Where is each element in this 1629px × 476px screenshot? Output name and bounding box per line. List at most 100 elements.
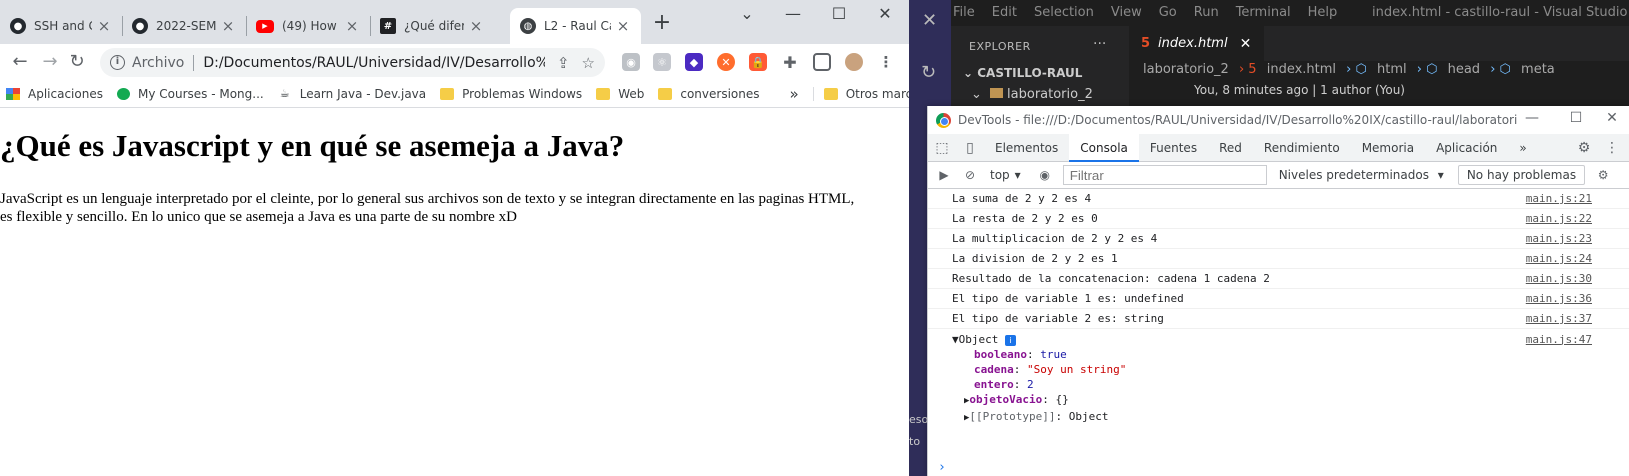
breadcrumb-item[interactable]: meta	[1521, 62, 1555, 77]
close-tab-icon[interactable]: ×	[468, 17, 484, 35]
camera-extension-icon[interactable]: ◉	[622, 53, 640, 71]
object-root[interactable]: ▼Object i	[952, 332, 1126, 347]
tab-consola[interactable]: Consola	[1069, 133, 1139, 162]
minimize-icon[interactable]: —	[781, 4, 805, 23]
menu-kebab-icon[interactable]: ⋮	[877, 53, 895, 71]
minimize-icon[interactable]: —	[1522, 110, 1542, 126]
devtools-titlebar: DevTools - file:///D:/Documentos/RAUL/Un…	[928, 106, 1629, 134]
explorer-root-folder[interactable]: ⌄ CASTILLO-RAUL	[963, 66, 1082, 80]
url-text[interactable]: D:/Documentos/RAUL/Universidad/IV/Desarr…	[203, 55, 545, 71]
log-levels-dropdown[interactable]: Niveles predeterminados ▾	[1279, 168, 1444, 182]
info-icon[interactable]: i	[1005, 334, 1016, 346]
live-expression-eye-icon[interactable]: ◉	[1035, 168, 1055, 182]
log-source-link[interactable]: main.js:36	[1526, 292, 1592, 305]
bookmark-folder-web[interactable]: Web	[596, 87, 644, 101]
prop-key: cadena	[974, 363, 1014, 376]
new-tab-button[interactable]: +	[650, 10, 674, 35]
menu-run[interactable]: Run	[1194, 5, 1219, 20]
tab-2022-semi[interactable]: ● 2022-SEMI- ×	[122, 8, 246, 44]
bookmark-my-courses[interactable]: My Courses - Mong...	[116, 87, 264, 101]
menu-view[interactable]: View	[1111, 5, 1142, 20]
object-prototype[interactable]: ▶[[Prototype]]: Object	[952, 409, 1126, 426]
issues-button[interactable]: No hay problemas	[1457, 165, 1586, 185]
extensions-puzzle-icon[interactable]: ✚	[781, 53, 799, 72]
breadcrumb-item[interactable]: head	[1448, 62, 1480, 77]
editor-tab-index-html[interactable]: 5 index.html ✕	[1129, 26, 1264, 61]
git-blame-lens[interactable]: You, 8 minutes ago | 1 author (You)	[1194, 83, 1405, 97]
orange-extension-icon[interactable]: ✕	[717, 53, 735, 71]
close-tab-icon[interactable]: ×	[344, 17, 360, 35]
close-icon[interactable]: ✕	[922, 10, 937, 31]
bookmark-aplicaciones[interactable]: Aplicaciones	[6, 87, 103, 101]
tab-ssh-gpg[interactable]: ● SSH and GP ×	[0, 8, 122, 44]
menu-terminal[interactable]: Terminal	[1236, 5, 1291, 20]
object-prop-expandable[interactable]: ▶objetoVacio: {}	[952, 392, 1126, 409]
lock-extension-icon[interactable]: 🔒	[749, 53, 767, 71]
device-toolbar-icon[interactable]: ▯	[956, 140, 984, 156]
maximize-icon[interactable]: ☐	[1566, 110, 1586, 126]
site-info-icon[interactable]: i	[110, 55, 125, 70]
share-icon[interactable]: ⇪	[557, 54, 570, 72]
menu-selection[interactable]: Selection	[1034, 5, 1094, 20]
profile-avatar[interactable]	[845, 53, 863, 71]
maximize-icon[interactable]: ☐	[827, 4, 851, 23]
menu-help[interactable]: Help	[1308, 5, 1338, 20]
console-settings-icon[interactable]: ⚙	[1593, 168, 1613, 182]
close-tab-icon[interactable]: ×	[96, 17, 112, 35]
tab-youtube[interactable]: ▶ (49) How to ×	[246, 8, 370, 44]
log-source-link[interactable]: main.js:21	[1526, 192, 1592, 205]
tab-elementos[interactable]: Elementos	[984, 134, 1069, 162]
tab-que-diferencia[interactable]: # ¿Qué difere ×	[370, 8, 494, 44]
expand-triangle-icon[interactable]: ▼	[952, 333, 959, 346]
bookmark-folder-conversiones[interactable]: conversiones	[658, 87, 760, 101]
console-prompt[interactable]: ›	[938, 460, 946, 475]
log-source-link[interactable]: main.js:23	[1526, 232, 1592, 245]
sidebar-toggle-icon[interactable]: ▶	[934, 168, 954, 182]
react-extension-icon[interactable]: ⚛	[653, 53, 671, 71]
reload-icon[interactable]: ↻	[65, 50, 89, 74]
close-tab-icon[interactable]: ×	[220, 17, 236, 35]
menu-go[interactable]: Go	[1159, 5, 1177, 20]
tab-rendimiento[interactable]: Rendimiento	[1253, 134, 1351, 162]
clear-console-icon[interactable]: ⊘	[960, 168, 980, 182]
bookmark-learn-java[interactable]: ☕ Learn Java - Dev.java	[278, 87, 426, 101]
tab-search-icon[interactable]: ⌄	[735, 4, 759, 23]
bookmark-star-icon[interactable]: ☆	[582, 54, 595, 72]
menu-file[interactable]: File	[953, 5, 975, 20]
close-editor-icon[interactable]: ✕	[1240, 36, 1252, 52]
refresh-icon[interactable]: ↻	[921, 62, 936, 83]
log-source-link[interactable]: main.js:47	[1526, 333, 1592, 346]
side-panel-icon[interactable]	[813, 53, 831, 71]
tab-red[interactable]: Red	[1208, 134, 1253, 162]
log-source-link[interactable]: main.js:22	[1526, 212, 1592, 225]
breadcrumb-item[interactable]: html	[1377, 62, 1407, 77]
tab-l2-raul[interactable]: ◍ L2 - Raul Ca ×	[510, 8, 641, 44]
breadcrumb-item[interactable]: index.html	[1267, 62, 1336, 77]
breadcrumb-item[interactable]: laboratorio_2	[1143, 62, 1229, 77]
object-tree: ▼Object i booleano: true cadena: "Soy un…	[952, 332, 1126, 426]
close-tab-icon[interactable]: ×	[615, 17, 631, 35]
explorer-subfolder[interactable]: ⌄ laboratorio_2	[971, 87, 1093, 102]
console-filter-input[interactable]	[1062, 165, 1267, 185]
close-window-icon[interactable]: ✕	[873, 4, 897, 23]
log-source-link[interactable]: main.js:30	[1526, 272, 1592, 285]
forward-icon[interactable]: →	[38, 50, 62, 74]
tab-fuentes[interactable]: Fuentes	[1139, 134, 1208, 162]
bookmark-folder-problemas[interactable]: Problemas Windows	[440, 87, 582, 101]
context-selector[interactable]: top ▾	[990, 168, 1021, 182]
back-icon[interactable]: ←	[8, 50, 32, 74]
cube-extension-icon[interactable]: ◆	[685, 53, 703, 71]
devtools-menu-icon[interactable]: ⋮	[1598, 140, 1626, 156]
log-source-link[interactable]: main.js:24	[1526, 252, 1592, 265]
tab-aplicacion[interactable]: Aplicación	[1425, 134, 1508, 162]
menu-edit[interactable]: Edit	[992, 5, 1017, 20]
settings-gear-icon[interactable]: ⚙	[1570, 140, 1598, 156]
inspect-element-icon[interactable]: ⬚	[928, 140, 956, 156]
bookmarks-overflow-button[interactable]: »	[790, 85, 799, 103]
more-actions-icon[interactable]: ···	[1093, 36, 1106, 52]
close-window-icon[interactable]: ✕	[1602, 110, 1622, 126]
address-bar[interactable]: i Archivo D:/Documentos/RAUL/Universidad…	[100, 48, 605, 77]
more-tabs-button[interactable]: »	[1508, 134, 1537, 162]
tab-memoria[interactable]: Memoria	[1351, 134, 1425, 162]
log-source-link[interactable]: main.js:37	[1526, 312, 1592, 325]
